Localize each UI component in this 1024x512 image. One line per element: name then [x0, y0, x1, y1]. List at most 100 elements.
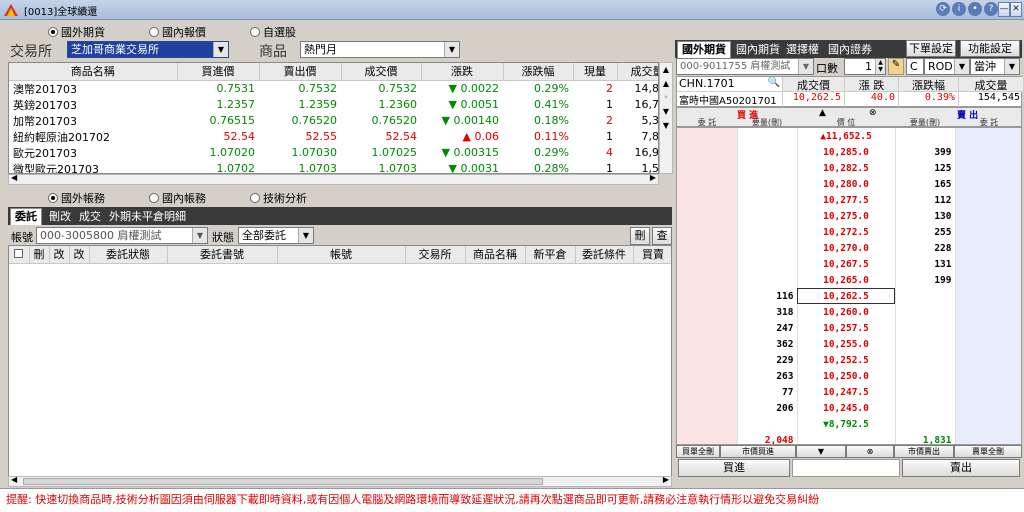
sell-qty-cell[interactable] — [895, 288, 956, 304]
tab-modify[interactable]: 刪改 — [44, 208, 76, 225]
price-cell[interactable]: 10,282.5 — [797, 160, 896, 176]
cancel-all-sell-button[interactable]: 賣單全刪 — [954, 445, 1022, 458]
quote-vscrollbar[interactable]: ▲ ▲ ◦ ▼ ▼ — [659, 62, 673, 174]
col-header[interactable]: 改 — [69, 246, 90, 264]
status-select[interactable]: 全部委託 ▼ — [238, 227, 314, 244]
col-header[interactable]: 委託條件 — [575, 246, 634, 264]
ladder-row[interactable]: 10,267.5 131 — [677, 256, 1021, 272]
buy-order-cell[interactable] — [677, 208, 738, 224]
buy-order-cell[interactable] — [677, 288, 738, 304]
center-icon[interactable]: ⊗ — [846, 445, 894, 458]
tab-domestic-stocks[interactable]: 國內證券 — [823, 41, 877, 58]
sell-order-cell[interactable] — [955, 304, 1021, 320]
tab-domestic-futures[interactable]: 國內期貨 — [731, 41, 785, 58]
ladder-row[interactable]: 116 10,262.5 — [677, 288, 1021, 304]
buy-total[interactable]: 2,048 — [737, 432, 798, 444]
buy-qty-cell[interactable]: 77 — [737, 384, 798, 400]
price-cell[interactable]: 10,267.5 — [797, 256, 896, 272]
tif-select[interactable]: ROD ▼ — [924, 58, 970, 75]
sell-order-cell[interactable] — [955, 384, 1021, 400]
buy-order-cell[interactable] — [677, 384, 738, 400]
buy-order-cell[interactable] — [677, 400, 738, 416]
buy-qty-cell[interactable]: 229 — [737, 352, 798, 368]
buy-qty-cell[interactable] — [737, 144, 798, 160]
sell-qty-cell[interactable] — [895, 400, 956, 416]
quote-row[interactable]: 歐元201703 1.07020 1.07030 1.07025 ▼ 0.00315 0.… — [9, 145, 658, 161]
sell-button[interactable]: 賣出 — [902, 459, 1020, 477]
scroll-down-icon[interactable]: ▼ — [660, 119, 672, 133]
radio-technical[interactable]: 技術分析 — [250, 190, 307, 206]
lots-stepper[interactable]: 1 ▲ ▼ — [844, 58, 886, 75]
price-cell[interactable]: 10,265.0 — [797, 272, 896, 288]
help-icon[interactable]: ? — [984, 2, 998, 16]
col-header[interactable]: 改 — [49, 246, 70, 264]
buy-order-cell[interactable] — [677, 160, 738, 176]
buy-order-cell[interactable] — [677, 416, 738, 432]
sell-order-cell[interactable] — [955, 272, 1021, 288]
ladder-row[interactable]: 229 10,252.5 — [677, 352, 1021, 368]
sell-qty-cell[interactable]: 112 — [895, 192, 956, 208]
sell-total[interactable]: 1,831 — [895, 432, 956, 444]
buy-qty-cell[interactable]: 362 — [737, 336, 798, 352]
buy-qty-cell[interactable] — [737, 416, 798, 432]
price-cell[interactable]: 10,250.0 — [797, 368, 896, 384]
col-header[interactable]: 漲跌幅 — [503, 63, 574, 81]
quote-row[interactable]: 紐約輕原油201702 52.54 52.55 52.54 ▲ 0.06 0.11% 1 7,… — [9, 129, 658, 145]
query-button[interactable]: 查 — [652, 227, 672, 245]
radio-foreign-futures[interactable]: 國外期貨 — [48, 24, 105, 40]
buy-order-cell[interactable] — [677, 320, 738, 336]
sell-qty-cell[interactable]: 131 — [895, 256, 956, 272]
product-select[interactable]: 熱門月 ▼ — [300, 41, 460, 58]
order-type-select[interactable]: C — [906, 58, 924, 75]
price-cell[interactable]: 10,277.5 — [797, 192, 896, 208]
order-hscrollbar[interactable]: ◀ ▶ — [8, 475, 672, 487]
scroll-down-icon[interactable]: ▼ — [660, 105, 672, 119]
buy-order-cell[interactable] — [677, 176, 738, 192]
ladder-row[interactable]: 10,275.0 130 — [677, 208, 1021, 224]
sell-order-cell[interactable] — [955, 240, 1021, 256]
col-header[interactable]: 成交價 — [341, 63, 422, 81]
price-cell[interactable]: 10,252.5 — [797, 352, 896, 368]
col-header[interactable]: 漲跌 — [421, 63, 504, 81]
ladder-total-row[interactable]: 2,048 1,831 — [677, 432, 1021, 444]
sell-qty-cell[interactable]: 199 — [895, 272, 956, 288]
price-cell[interactable]: 10,270.0 — [797, 240, 896, 256]
buy-qty-cell[interactable] — [737, 272, 798, 288]
buy-qty-cell[interactable]: 206 — [737, 400, 798, 416]
ladder-row[interactable]: 10,282.5 125 — [677, 160, 1021, 176]
pin-icon[interactable]: • — [968, 2, 982, 16]
buy-qty-cell[interactable] — [737, 192, 798, 208]
info-icon[interactable]: i — [952, 2, 966, 16]
sell-qty-cell[interactable] — [895, 128, 956, 144]
price-cell[interactable]: 10,257.5 — [797, 320, 896, 336]
delete-button[interactable]: 刪 — [630, 227, 650, 245]
col-header[interactable]: 買賣 — [633, 246, 671, 264]
col-header[interactable]: 成交量 — [617, 63, 658, 81]
market-sell-button[interactable]: 市價賣出 — [894, 445, 954, 458]
buy-order-cell[interactable] — [677, 240, 738, 256]
sell-qty-cell[interactable]: 165 — [895, 176, 956, 192]
trade-account-select[interactable]: 000-9011755 肩權測試9011 ▼ — [676, 58, 814, 87]
sell-qty-cell[interactable]: 130 — [895, 208, 956, 224]
order-settings-button[interactable]: 下單設定 — [906, 40, 956, 57]
ladder-row[interactable]: 263 10,250.0 — [677, 368, 1021, 384]
tab-filled[interactable]: 成交 — [74, 208, 106, 225]
sell-qty-cell[interactable]: 399 — [895, 144, 956, 160]
account-select[interactable]: 000-3005800 肩權測試3005800 ▼ — [36, 227, 208, 257]
price-cell[interactable]: ▼8,792.5 — [797, 416, 896, 432]
scroll-left-icon[interactable]: ◀ — [11, 475, 17, 484]
pen-icon[interactable]: ✎ — [888, 58, 904, 75]
radio-domestic-account[interactable]: 國內帳務 — [149, 190, 206, 206]
scroll-up-icon[interactable]: ▲ — [660, 77, 672, 91]
tab-options[interactable]: 選擇權 — [781, 41, 824, 58]
ladder-row[interactable]: ▼8,792.5 — [677, 416, 1021, 432]
close-button[interactable]: ✕ — [1010, 2, 1022, 17]
sell-order-cell[interactable] — [955, 416, 1021, 432]
share-icon[interactable]: ⟳ — [936, 2, 950, 16]
ladder-row[interactable]: 247 10,257.5 — [677, 320, 1021, 336]
sell-qty-cell[interactable]: 255 — [895, 224, 956, 240]
sell-qty-cell[interactable] — [895, 336, 956, 352]
col-header[interactable]: 賣出價 — [259, 63, 342, 81]
sell-qty-cell[interactable] — [895, 304, 956, 320]
sell-qty-cell[interactable] — [895, 320, 956, 336]
